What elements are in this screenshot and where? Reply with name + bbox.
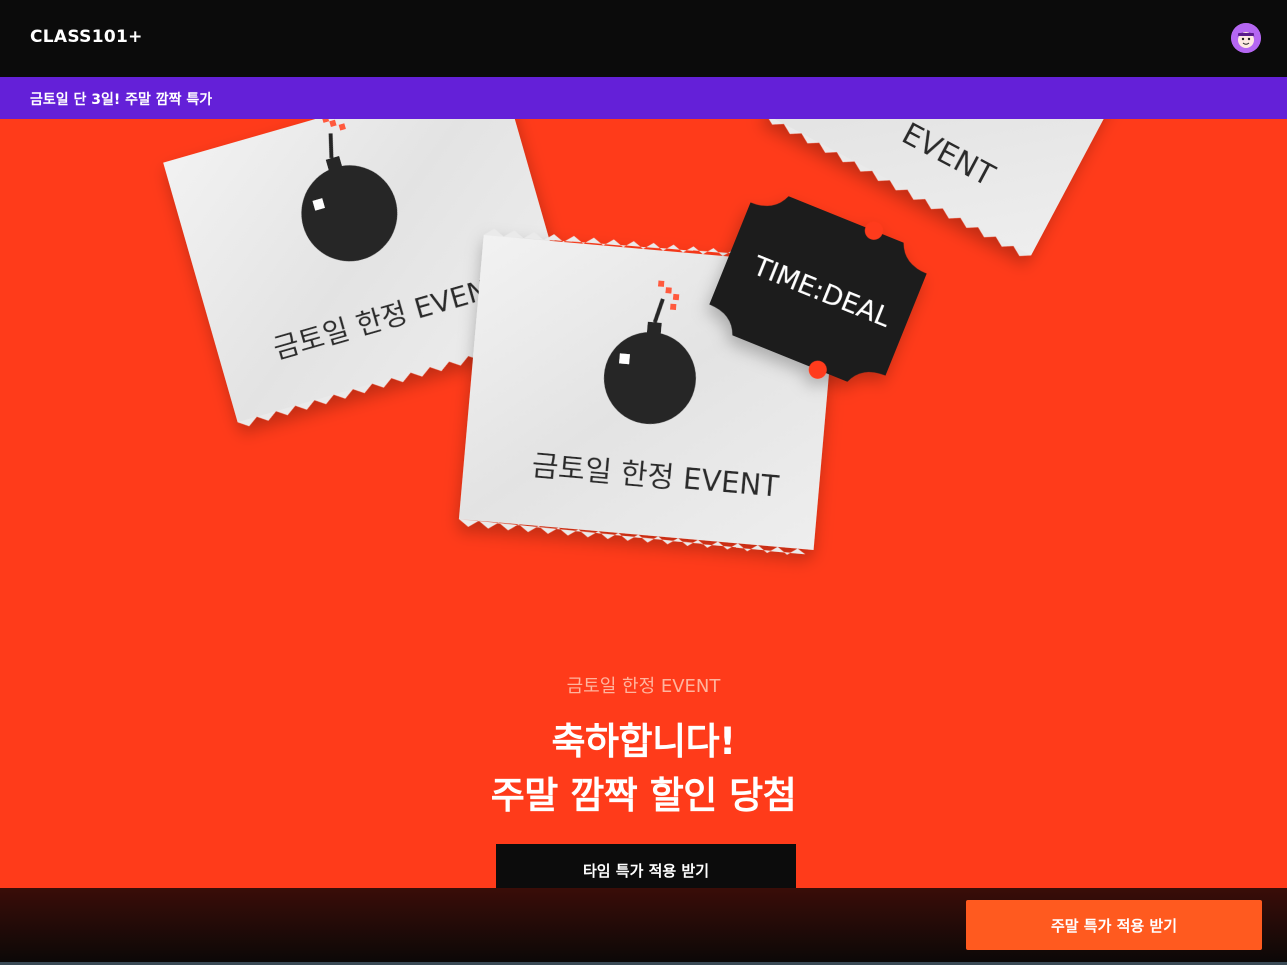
event-hero-section: EVENT 금토일 한정 EVENT 금토일 한정 EVENT TIME:DEA… (0, 119, 1287, 889)
headline-congratulations: 축하합니다! (551, 720, 736, 763)
bottom-action-bar: 주말 특가 적용 받기 (0, 888, 1287, 965)
character-avatar-icon[interactable] (1231, 23, 1261, 53)
headline-discount-win: 주말 깜짝 할인 당첨 (490, 774, 797, 817)
apply-weekend-deal-button[interactable]: 주말 특가 적용 받기 (966, 900, 1262, 950)
apply-time-deal-button[interactable]: 타임 특가 적용 받기 (496, 844, 796, 889)
top-navigation-bar: CLASS101+ (0, 0, 1287, 77)
promo-banner-text: 금토일 단 3일! 주말 깜짝 특가 (30, 92, 213, 108)
promo-banner[interactable]: 금토일 단 3일! 주말 깜짝 특가 (0, 77, 1287, 119)
class101-logo[interactable]: CLASS101+ (30, 27, 143, 47)
event-label: 금토일 한정 EVENT (566, 676, 721, 697)
